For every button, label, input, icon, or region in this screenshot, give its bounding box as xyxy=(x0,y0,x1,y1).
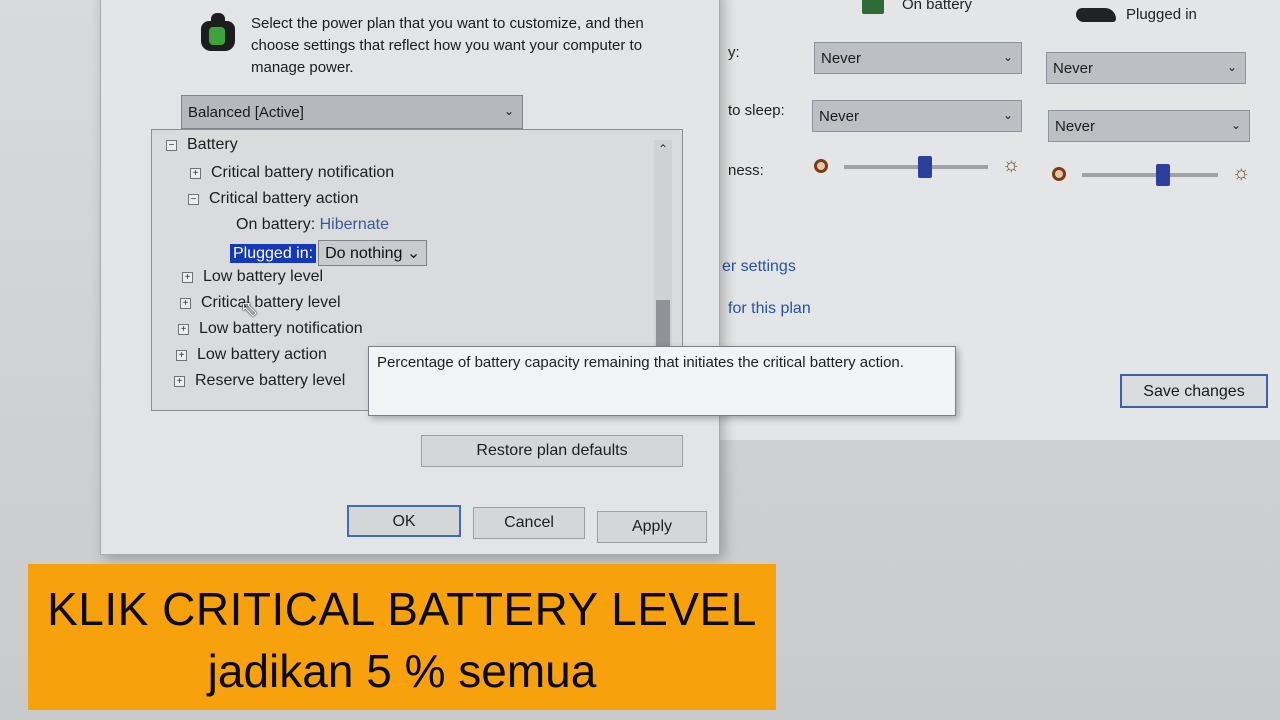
expand-icon[interactable]: + xyxy=(174,376,185,387)
collapse-icon[interactable]: − xyxy=(166,140,177,151)
sleep-on-battery-select[interactable]: Never ⌄ xyxy=(812,100,1022,132)
tree-item-reserve-battery-level[interactable]: + Reserve battery level xyxy=(174,372,345,390)
setting-description-tooltip: Percentage of battery capacity remaining… xyxy=(368,346,956,416)
display-off-row-label: y: xyxy=(728,44,740,61)
plugged-in-setting[interactable]: Plugged in: Do nothing ⌄ xyxy=(230,240,428,266)
sleep-plugged-in-select[interactable]: Never ⌄ xyxy=(1048,110,1250,142)
caption-line-1: KLIK CRITICAL BATTERY LEVEL xyxy=(47,583,757,635)
tree-item-critical-battery-notification[interactable]: + Critical battery notification xyxy=(190,164,394,182)
chevron-down-icon: ⌄ xyxy=(1226,60,1237,74)
tree-item-low-battery-notification[interactable]: + Low battery notification xyxy=(178,320,363,338)
slider-thumb[interactable] xyxy=(918,156,932,178)
plugged-in-column-header: Plugged in xyxy=(1076,6,1197,23)
tree-item-low-battery-level[interactable]: + Low battery level xyxy=(182,268,323,286)
on-battery-column-header: On battery xyxy=(862,0,972,15)
brightness-high-icon: ☼ xyxy=(1232,162,1251,184)
cancel-button[interactable]: Cancel xyxy=(473,507,585,539)
save-changes-button[interactable]: Save changes xyxy=(1120,374,1268,408)
tree-item-battery[interactable]: − Battery xyxy=(166,136,238,154)
battery-icon xyxy=(862,0,884,15)
caption-line-2: jadikan 5 % semua xyxy=(207,645,597,697)
on-battery-value: Hibernate xyxy=(319,216,389,233)
tree-item-critical-battery-level[interactable]: + Critical battery level xyxy=(180,294,341,312)
power-plan-icon xyxy=(197,11,243,53)
scroll-up-icon[interactable]: ⌃ xyxy=(656,142,670,156)
ok-button[interactable]: OK xyxy=(347,505,461,537)
brightness-plugged-in-slider[interactable]: ☼ xyxy=(1052,162,1256,186)
expand-icon[interactable]: + xyxy=(190,168,201,179)
expand-icon[interactable]: + xyxy=(180,298,191,309)
advanced-settings-link[interactable]: er settings xyxy=(722,258,796,276)
tree-item-critical-battery-action[interactable]: − Critical battery action xyxy=(188,190,358,208)
display-off-plugged-in-select[interactable]: Never ⌄ xyxy=(1046,52,1246,84)
chevron-down-icon: ⌄ xyxy=(1230,118,1241,132)
plug-icon xyxy=(1076,8,1116,23)
chevron-down-icon: ⌄ xyxy=(1002,50,1013,64)
expand-icon[interactable]: + xyxy=(178,324,189,335)
chevron-down-icon: ⌄ xyxy=(1002,108,1013,122)
brightness-high-icon: ☼ xyxy=(1002,154,1021,176)
expand-icon[interactable]: + xyxy=(182,272,193,283)
power-options-dialog: Select the power plan that you want to c… xyxy=(100,0,720,555)
chevron-down-icon: ⌄ xyxy=(503,104,514,118)
intro-text: Select the power plan that you want to c… xyxy=(251,15,644,76)
restore-plan-defaults-button[interactable]: Restore plan defaults xyxy=(421,435,683,467)
plugged-in-action-select[interactable]: Do nothing ⌄ xyxy=(318,240,428,266)
chevron-down-icon: ⌄ xyxy=(406,245,421,262)
apply-button[interactable]: Apply xyxy=(597,511,707,543)
plugged-in-label: Plugged in: xyxy=(230,244,317,263)
brightness-row-label: ness: xyxy=(728,162,764,179)
display-off-on-battery-select[interactable]: Never ⌄ xyxy=(814,42,1022,74)
sleep-row-label: to sleep: xyxy=(728,102,785,119)
brightness-on-battery-slider[interactable]: ☼ xyxy=(814,154,1030,178)
brightness-low-icon xyxy=(1052,167,1066,181)
mouse-cursor-icon: ⬁ xyxy=(240,296,259,321)
on-battery-label: On battery: xyxy=(236,216,316,233)
collapse-icon[interactable]: − xyxy=(188,194,199,205)
delete-plan-link[interactable]: for this plan xyxy=(728,300,811,318)
slider-thumb[interactable] xyxy=(1156,164,1170,186)
power-plan-select[interactable]: Balanced [Active] ⌄ xyxy=(181,95,523,129)
brightness-low-icon xyxy=(814,159,828,173)
video-caption: KLIK CRITICAL BATTERY LEVEL jadikan 5 % … xyxy=(28,564,776,710)
expand-icon[interactable]: + xyxy=(176,350,187,361)
on-battery-setting[interactable]: On battery: Hibernate xyxy=(236,216,389,234)
tree-item-low-battery-action[interactable]: + Low battery action xyxy=(176,346,327,364)
